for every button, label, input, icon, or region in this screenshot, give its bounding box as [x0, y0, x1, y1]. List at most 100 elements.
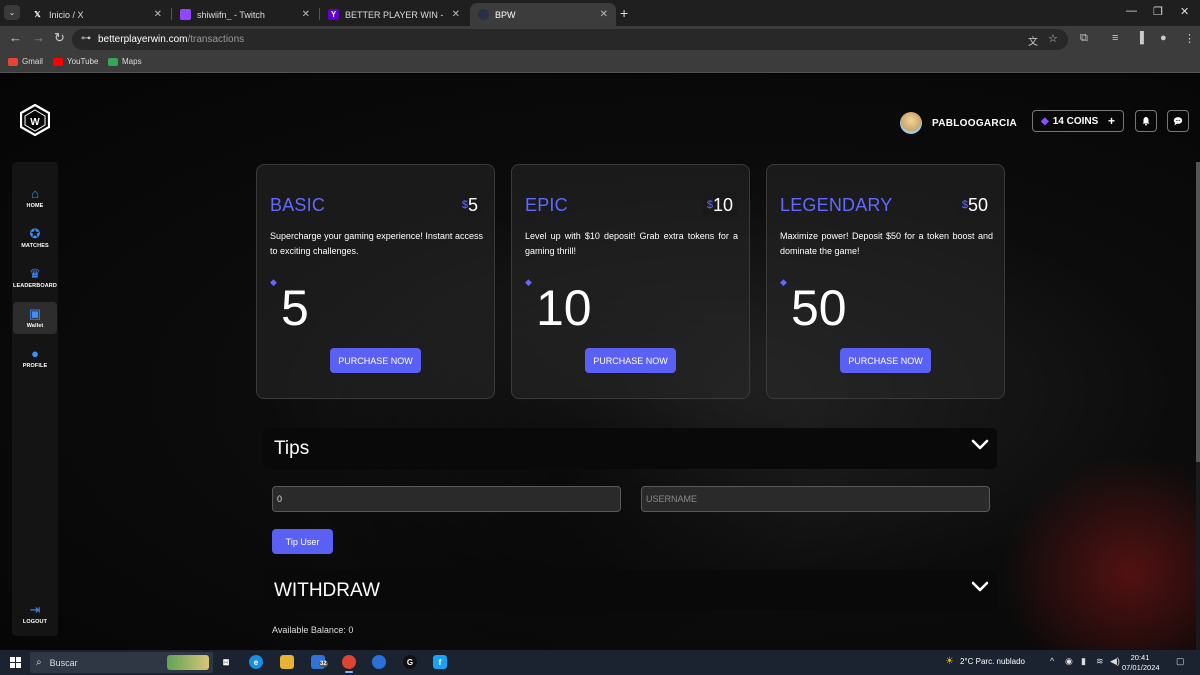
package-price: $10 [702, 192, 737, 218]
wifi-icon[interactable]: ≋ [1096, 656, 1104, 667]
token-amount: 10 [536, 280, 592, 336]
controller-icon: ✪ [29, 226, 41, 241]
bookmark-gmail[interactable]: Gmail [8, 57, 43, 66]
price-value: 10 [712, 194, 733, 215]
bookmark-star-icon[interactable]: ☆ [1048, 32, 1058, 45]
user-menu[interactable]: PABLOOGARCIA [900, 112, 1017, 134]
search-icon: ⌕ [36, 657, 42, 668]
media-icon[interactable]: ≡ [1112, 32, 1118, 44]
scrollbar-thumb[interactable] [1196, 162, 1200, 462]
gem-icon: ◆ [780, 277, 787, 287]
user-icon: ● [31, 346, 39, 361]
tab-x[interactable]: 𝕏 Inicio / X ✕ [24, 3, 170, 26]
tab-strip: ⌄ 𝕏 Inicio / X ✕ shiwiifn_ - Twitch ✕ Y … [0, 0, 1200, 26]
page-content: W PABLOOGARCIA ◆ 14 COINS + ⌂ HOME ✪ MAT… [0, 74, 1200, 650]
messages-button[interactable] [1167, 110, 1189, 132]
chevron-up-icon[interactable]: ^ [1050, 656, 1054, 666]
bell-icon [1142, 117, 1150, 126]
avatar[interactable] [900, 112, 922, 134]
translate-icon[interactable]: 文 [1028, 33, 1038, 48]
restore-icon[interactable]: ❐ [1153, 5, 1163, 18]
reload-icon[interactable]: ↻ [54, 30, 65, 46]
back-icon[interactable]: ← [9, 30, 22, 45]
sidebar-item-profile[interactable]: ● PROFILE [13, 342, 57, 374]
bookmark-youtube[interactable]: YouTube [53, 57, 98, 66]
package-price: $5 [457, 192, 482, 218]
notification-center-icon[interactable]: ▢ [1176, 656, 1185, 667]
tab-search-button[interactable]: ⌄ [4, 5, 20, 20]
coins-button[interactable]: ◆ 14 COINS + [1032, 110, 1124, 132]
chevron-down-icon[interactable] [971, 437, 989, 451]
bookmark-maps[interactable]: Maps [108, 57, 142, 66]
add-coins-button[interactable]: + [1108, 114, 1115, 128]
sidebar-item-wallet[interactable]: ▣ Wallet [13, 302, 57, 334]
tips-accordion[interactable]: Tips [263, 428, 997, 469]
new-tab-button[interactable]: + [620, 5, 628, 21]
tab-yahoo[interactable]: Y BETTER PLAYER WIN - Resultad ✕ [320, 3, 468, 26]
bpw-logo[interactable]: W [20, 104, 50, 136]
sidebar-item-logout[interactable]: ⇥ LOGOUT [13, 598, 57, 630]
file-explorer-icon[interactable] [280, 655, 294, 669]
address-bar[interactable]: ⊶ betterplayerwin.com/transactions 文 ☆ [72, 29, 1068, 50]
tab-title: shiwiifn_ - Twitch [197, 9, 265, 20]
sidepanel-icon[interactable]: ▐ [1136, 32, 1144, 44]
chrome-profile-icon[interactable] [372, 655, 386, 669]
sidebar-item-label: Wallet [26, 323, 44, 329]
tab-twitch[interactable]: shiwiifn_ - Twitch ✕ [172, 3, 318, 26]
notifications-button[interactable] [1135, 110, 1157, 132]
withdraw-accordion[interactable]: WITHDRAW [263, 570, 997, 611]
menu-icon[interactable]: ⋮ [1184, 32, 1195, 45]
weather-widget[interactable]: ☀ 2°C Parc. nublado [945, 656, 1025, 667]
tip-username-input[interactable] [641, 486, 990, 512]
purchase-button[interactable]: PURCHASE NOW [585, 348, 676, 373]
tip-amount-input[interactable] [272, 486, 621, 512]
site-info-icon[interactable]: ⊶ [81, 33, 91, 44]
close-icon[interactable]: ✕ [600, 9, 608, 20]
extension-icon[interactable]: ⧉ [1080, 32, 1088, 45]
taskbar-search[interactable]: ⌕ Buscar [30, 652, 213, 673]
purchase-button[interactable]: PURCHASE NOW [840, 348, 931, 373]
close-icon[interactable]: ✕ [302, 9, 310, 20]
url-host: betterplayerwin.com [98, 34, 188, 45]
partly-cloudy-icon: ☀ [945, 656, 954, 667]
windows-start-icon[interactable] [10, 657, 21, 668]
app-icon[interactable]: f [433, 655, 447, 669]
camera-icon[interactable]: ◉ [1065, 656, 1073, 667]
purchase-button[interactable]: PURCHASE NOW [330, 348, 421, 373]
background-glow [1000, 454, 1200, 650]
sidebar-item-label: LOGOUT [22, 619, 48, 625]
package-description: Level up with $10 deposit! Grab extra to… [525, 231, 738, 256]
microphone-icon[interactable]: ▮ [1081, 656, 1086, 667]
available-balance: Available Balance: 0 [272, 625, 354, 635]
tab-bpw[interactable]: BPW ✕ [470, 3, 616, 26]
minimize-icon[interactable]: — [1126, 5, 1137, 17]
forward-icon[interactable]: → [32, 30, 45, 45]
token-amount: 50 [791, 280, 847, 336]
home-icon: ⌂ [31, 186, 39, 201]
tab-title: Inicio / X [49, 9, 84, 20]
logout-icon: ⇥ [29, 602, 41, 617]
token-amount: 5 [281, 280, 309, 336]
chevron-down-icon[interactable] [971, 579, 989, 593]
close-icon[interactable]: ✕ [452, 9, 460, 20]
sidebar-item-home[interactable]: ⌂ HOME [13, 182, 57, 214]
close-window-icon[interactable]: ✕ [1180, 5, 1189, 18]
system-clock[interactable]: 20:41 07/01/2024 [1122, 653, 1160, 673]
sidebar-item-leaderboard[interactable]: ♛ LEADERBOARD [13, 262, 57, 294]
logitech-icon[interactable]: G [403, 655, 417, 669]
profile-icon[interactable]: ● [1160, 32, 1167, 44]
task-view-icon[interactable]: ⧈ [219, 655, 233, 669]
edge-icon[interactable]: e [249, 655, 263, 669]
tip-user-button[interactable]: Tip User [272, 529, 333, 554]
sidebar-item-label: MATCHES [21, 243, 49, 249]
windows-taskbar: ⌕ Buscar ⧈ e 32 G f ☀ 2°C Parc. nublado … [0, 650, 1200, 675]
package-description: Maximize power! Deposit $50 for a token … [780, 231, 993, 256]
sidebar-item-matches[interactable]: ✪ MATCHES [13, 222, 57, 254]
mail-icon[interactable]: 32 [311, 655, 328, 669]
volume-icon[interactable]: ◀) [1110, 656, 1120, 667]
chrome-icon[interactable] [342, 655, 356, 673]
youtube-icon [53, 57, 63, 66]
close-icon[interactable]: ✕ [154, 9, 162, 20]
clock-date: 07/01/2024 [1122, 663, 1160, 672]
package-card-epic: EPIC $10 Level up with $10 deposit! Grab… [511, 164, 750, 399]
